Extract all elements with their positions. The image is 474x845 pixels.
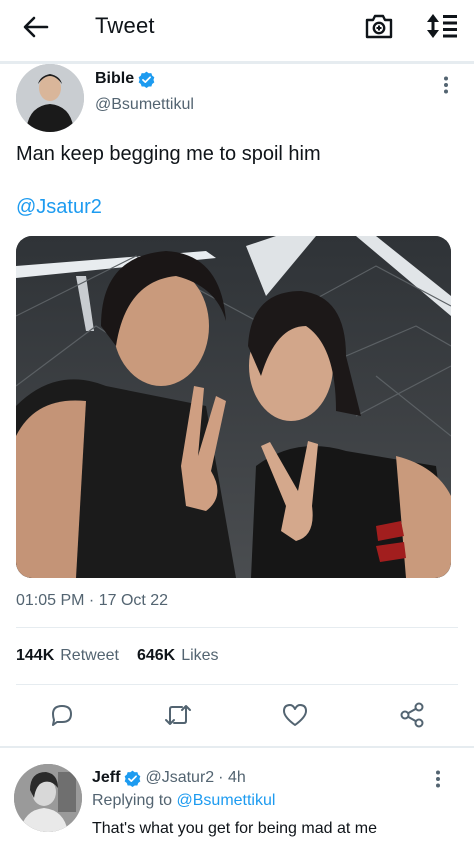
avatar-photo [16, 64, 84, 132]
replying-to: Replying to @Bsumettikul [92, 792, 275, 810]
sort-button[interactable] [424, 10, 462, 42]
reply-author-name[interactable]: Jeff [92, 769, 120, 787]
reply-author-avatar[interactable] [14, 764, 82, 832]
like-button[interactable] [280, 700, 310, 730]
author-avatar[interactable] [16, 64, 84, 132]
tweet-text: Man keep begging me to spoil him [16, 143, 321, 165]
like-stat[interactable]: 646K Likes [137, 647, 219, 665]
replying-label: Replying to [92, 792, 173, 809]
retweet-count: 144K [16, 647, 55, 664]
verified-badge-icon [138, 71, 155, 88]
divider [0, 746, 474, 748]
reply-text: That's what you get for being mad at me [92, 820, 377, 837]
divider [16, 627, 458, 628]
tweet-photo[interactable] [16, 236, 451, 578]
top-app-bar: Tweet [0, 0, 474, 54]
reply-header: Jeff @Jsatur2 · 4h [92, 769, 246, 787]
engagement-stats: 144K Retweet 646K Likes [16, 647, 233, 665]
reply-button[interactable] [47, 700, 77, 730]
retweet-button[interactable] [163, 700, 193, 730]
share-icon [400, 702, 424, 728]
verified-badge-icon [125, 770, 141, 787]
reply-icon [52, 705, 72, 726]
more-vertical-icon [436, 770, 440, 788]
heart-icon [283, 704, 307, 726]
camera-icon [365, 14, 393, 39]
more-options-button[interactable] [436, 74, 456, 96]
tweet-actions [0, 700, 474, 732]
more-vertical-icon [444, 76, 448, 94]
avatar-photo [14, 764, 82, 832]
photo-illustration [16, 236, 451, 578]
header-divider [0, 61, 474, 64]
reply-author-handle[interactable]: @Jsatur2 [145, 769, 214, 787]
arrow-left-icon [23, 16, 49, 38]
author-name-row[interactable]: Bible [95, 70, 155, 88]
like-count: 646K [136, 647, 176, 664]
like-label: Likes [181, 647, 219, 664]
divider [16, 684, 458, 685]
retweet-stat[interactable]: 144K Retweet [16, 647, 119, 665]
reply-more-options-button[interactable] [428, 768, 448, 790]
retweet-label: Retweet [60, 647, 119, 664]
camera-button[interactable] [362, 10, 396, 42]
sort-icon [427, 14, 457, 38]
retweet-icon [165, 705, 191, 725]
back-button[interactable] [20, 12, 52, 42]
reply-time: · 4h [218, 769, 246, 786]
page-title: Tweet [95, 13, 155, 38]
author-handle[interactable]: @Bsumettikul [95, 96, 194, 114]
tweet-timestamp[interactable]: 01:05 PM · 17 Oct 22 [16, 592, 168, 610]
replying-to-link[interactable]: @Bsumettikul [177, 792, 276, 809]
author-name: Bible [95, 70, 135, 87]
mention-link[interactable]: @Jsatur2 [16, 196, 102, 219]
share-button[interactable] [397, 700, 427, 730]
